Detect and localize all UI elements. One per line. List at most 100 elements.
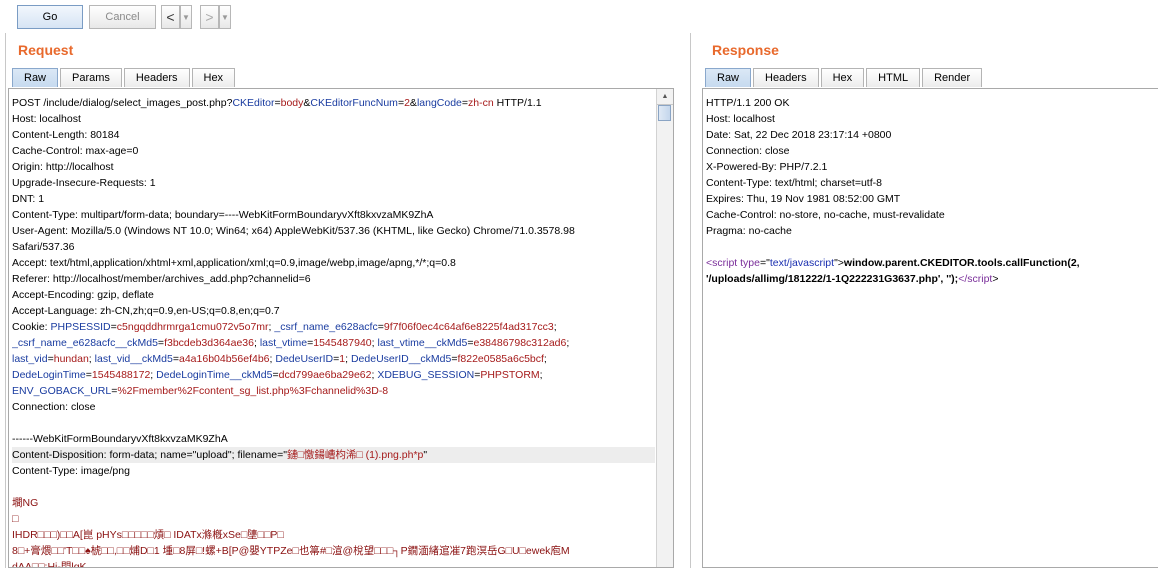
text-segment: Cache-Control: max-age=0 [12, 145, 139, 157]
text-segment: POST /include/dialog/select_images_post.… [12, 97, 233, 109]
request-line: 墹NG [12, 495, 655, 511]
response-title: Response [712, 42, 779, 58]
text-segment: HTTP/1.1 [493, 97, 542, 109]
text-segment: " [423, 449, 428, 461]
response-tab-html[interactable]: HTML [866, 68, 921, 87]
text-segment: 1545487940 [313, 337, 372, 349]
text-segment: last_vid__ckMd5 [94, 353, 173, 365]
text-segment: ; [566, 337, 570, 349]
text-segment: DedeLoginTime [12, 369, 86, 381]
back-button[interactable]: < [161, 5, 180, 29]
text-segment: a4a16b04b56ef4b6 [179, 353, 270, 365]
text-segment: '/uploads/allimg/181222/1-1Q222231G3637.… [706, 273, 959, 285]
text-segment: 鏈□憿鍚嶆枃浠□ (1).png.ph*p [287, 449, 424, 461]
text-segment: 1545488172 [91, 369, 151, 381]
text-segment: Host: localhost [12, 113, 81, 125]
text-segment: zh-cn [468, 97, 494, 109]
text-segment: dcd799ae6ba29e62 [278, 369, 372, 381]
response-editor[interactable]: HTTP/1.1 200 OK Host: localhost Date: Sat,… [702, 88, 1158, 568]
text-segment: Content-Disposition: form-data; name="up… [12, 449, 287, 461]
request-tab-params[interactable]: Params [60, 68, 122, 87]
response-line [706, 239, 1156, 255]
text-segment: X-Powered-By: PHP/7.2.1 [706, 161, 828, 173]
panel-divider[interactable] [690, 33, 691, 568]
text-segment: f822e0585a6c5bcf [457, 353, 544, 365]
text-segment: body [280, 97, 304, 109]
text-segment: User-Agent: Mozilla/5.0 (Windows NT 10.0… [12, 225, 575, 237]
response-tab-hex[interactable]: Hex [820, 68, 865, 87]
request-line: Content-Disposition: form-data; name="up… [12, 447, 655, 463]
forward-history-dropdown[interactable]: ▼ [219, 5, 231, 29]
request-line: DedeLoginTime=1545488172; DedeLoginTime_… [12, 367, 655, 383]
text-segment: window.parent.CKEDITOR.tools.callFunctio… [843, 257, 1080, 269]
text-segment: type [740, 257, 760, 269]
text-segment: 9f7f06f0ec4c64af6e8225f4ad317cc3 [383, 321, 554, 333]
response-text: HTTP/1.1 200 OK Host: localhost Date: Sat,… [706, 95, 1156, 287]
text-segment: ENV_GOBACK_URL [12, 385, 112, 397]
request-tab-headers[interactable]: Headers [123, 68, 190, 87]
request-line [12, 479, 655, 495]
text-segment: langCode [416, 97, 462, 109]
text-segment: Date: Sat, 22 Dec 2018 23:17:14 +0800 [706, 129, 892, 141]
toolbar: Go Cancel < ▼ > ▼ [0, 0, 1158, 33]
request-line: Connection: close [12, 399, 655, 415]
response-tab-headers[interactable]: Headers [753, 68, 819, 87]
text-segment: </ [958, 273, 968, 285]
request-line: last_vid=hundan; last_vid__ckMd5=a4a16b0… [12, 351, 655, 367]
text-segment: _csrf_name_e628acfc [274, 321, 378, 333]
response-line: Content-Type: text/html; charset=utf-8 [706, 175, 1156, 191]
text-segment: last_vtime__ckMd5 [377, 337, 468, 349]
text-segment: Accept-Encoding: gzip, deflate [12, 289, 154, 301]
forward-button[interactable]: > [200, 5, 219, 29]
request-line: Accept-Language: zh-CN,zh;q=0.9,en-US;q=… [12, 303, 655, 319]
text-segment: DedeUserID [275, 353, 334, 365]
response-line: <script type="text/javascript">window.pa… [706, 255, 1156, 271]
request-editor[interactable]: POST /include/dialog/select_images_post.… [8, 88, 674, 568]
text-segment: dAA□□:Hi-閃lgK [12, 561, 87, 568]
text-segment: %2Fmember%2Fcontent_sg_list.php%3Fchanne… [117, 385, 389, 397]
request-text: POST /include/dialog/select_images_post.… [12, 95, 655, 568]
text-segment: <script [706, 257, 738, 269]
scroll-thumb[interactable] [658, 105, 671, 121]
response-line: Expires: Thu, 19 Nov 1981 08:52:00 GMT [706, 191, 1156, 207]
request-line: 8□+膏煨□□'T□□♠椃□□,□□烳D□1 堹□8屏□!螺+B[P@嬰YTPZ… [12, 543, 655, 559]
text-segment: XDEBUG_SESSION [377, 369, 475, 381]
text-segment: Content-Type: text/html; charset=utf-8 [706, 177, 882, 189]
request-line: Content-Type: multipart/form-data; bound… [12, 207, 655, 223]
text-segment: DedeLoginTime__ckMd5 [156, 369, 273, 381]
request-line: Upgrade-Insecure-Requests: 1 [12, 175, 655, 191]
text-segment: Cookie: [12, 321, 51, 333]
text-segment: f3bcdeb3d364ae36 [164, 337, 254, 349]
request-line: Cache-Control: max-age=0 [12, 143, 655, 159]
request-scrollbar[interactable]: ▲ [656, 89, 673, 567]
request-line: Host: localhost [12, 111, 655, 127]
scroll-up-icon[interactable]: ▲ [657, 89, 673, 105]
request-line: Content-Length: 80184 [12, 127, 655, 143]
request-line: dAA□□:Hi-閃lgK [12, 559, 655, 568]
request-title: Request [18, 42, 74, 58]
text-segment: Connection: close [12, 401, 96, 413]
request-line: Referer: http://localhost/member/archive… [12, 271, 655, 287]
cancel-button[interactable]: Cancel [89, 5, 156, 29]
request-line: Safari/537.36 [12, 239, 655, 255]
request-line: Origin: http://localhost [12, 159, 655, 175]
text-segment: _csrf_name_e628acfc__ckMd5 [12, 337, 158, 349]
request-tab-raw[interactable]: Raw [12, 68, 59, 87]
text-segment: Content-Length: 80184 [12, 129, 120, 141]
request-line: ------WebKitFormBoundaryvXft8kxvzaMK9ZhA [12, 431, 655, 447]
request-line: ENV_GOBACK_URL=%2Fmember%2Fcontent_sg_li… [12, 383, 655, 399]
back-history-dropdown[interactable]: ▼ [180, 5, 192, 29]
text-segment: hundan [53, 353, 89, 365]
response-line: Cache-Control: no-store, no-cache, must-… [706, 207, 1156, 223]
text-segment: ; [553, 321, 557, 333]
request-line: User-Agent: Mozilla/5.0 (Windows NT 10.0… [12, 223, 655, 239]
response-tab-render[interactable]: Render [922, 68, 983, 87]
go-button[interactable]: Go [17, 5, 83, 29]
request-line: Accept: text/html,application/xhtml+xml,… [12, 255, 655, 271]
response-tab-raw[interactable]: Raw [705, 68, 752, 87]
text-segment: PHPSTORM [480, 369, 540, 381]
request-tab-hex[interactable]: Hex [191, 68, 236, 87]
text-segment: IHDR□□□)□□A[崑 pHYs□□□□□熕□ IDATx滌槪xSe□塦□□… [12, 529, 284, 541]
request-line: _csrf_name_e628acfc__ckMd5=f3bcdeb3d364a… [12, 335, 655, 351]
text-segment: CKEditor [232, 97, 275, 109]
